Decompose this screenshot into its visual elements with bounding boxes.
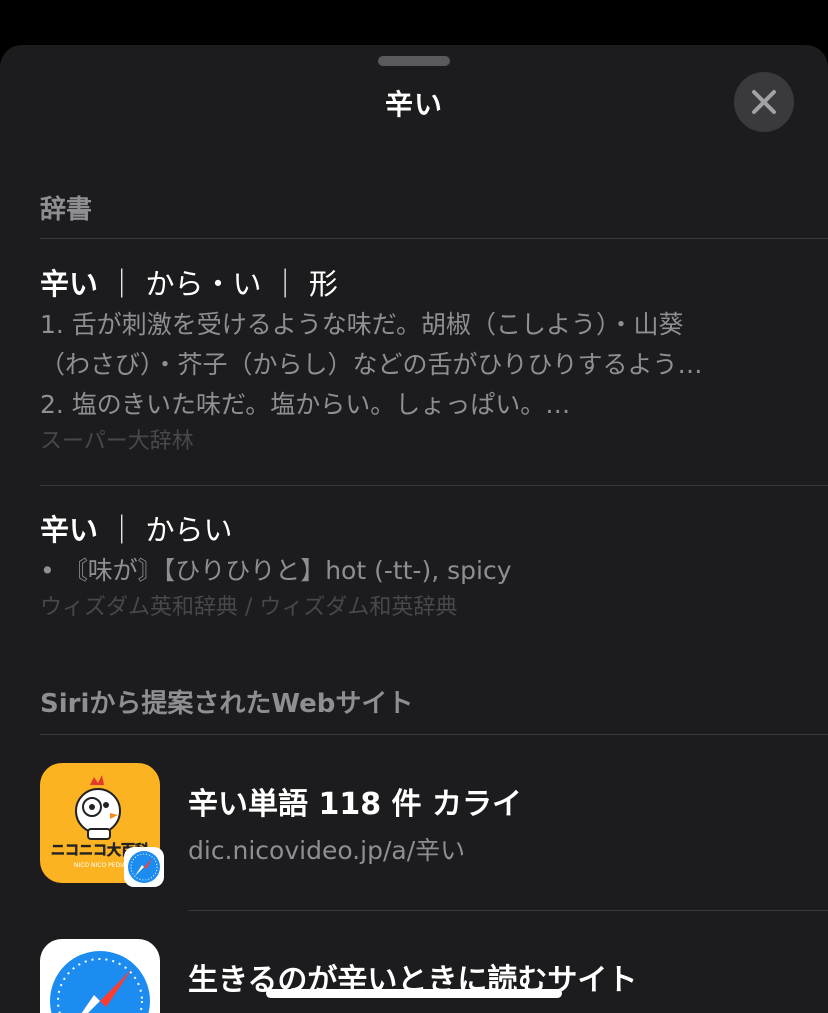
- site-url: dic.nicovideo.jp/a/辛い: [188, 836, 466, 865]
- site-thumbnail: [40, 939, 160, 1013]
- divider: [40, 238, 828, 239]
- entry-source: ウィズダム英和辞典 / ウィズダム和英辞典: [40, 595, 458, 620]
- safari-compass-icon: [128, 851, 160, 883]
- entry-word: 辛い: [40, 513, 99, 547]
- entry-reading: ｜ から・い ｜ 形: [107, 267, 338, 301]
- entry-definition-line: 1. 舌が刺激を受けるような味だ。胡椒（こしよう）・山葵: [40, 310, 684, 339]
- logo-subtext: NICO NICO PEDIA: [74, 862, 127, 869]
- dictionary-entry-daijirin[interactable]: 辛い ｜ から・い ｜ 形 1. 舌が刺激を受けるような味だ。胡椒（こしよう）・…: [40, 265, 788, 459]
- entry-headword: 辛い ｜ から・い ｜ 形: [40, 265, 788, 303]
- siri-site-nicopedia[interactable]: ニコニコ大百科 NICO NICO PEDIA 辛い単語 118 件 カライ d…: [40, 763, 828, 887]
- divider: [40, 734, 828, 735]
- close-x-icon: [752, 90, 776, 114]
- dictionary-section-header: 辞書: [40, 195, 93, 225]
- entry-definition-line: 2. 塩のきいた味だ。塩からい。しょっぱい。…: [40, 390, 571, 419]
- sheet-title: 辛い: [384, 88, 443, 121]
- site-title: 辛い単語 118 件 カライ: [188, 787, 522, 822]
- divider: [188, 910, 828, 911]
- entry-definition-line: （わさび）・芥子（からし）などの舌がひりひりするよう…: [40, 350, 703, 379]
- siri-site-ikiru[interactable]: 生きるのが辛いときに読むサイト: [40, 939, 828, 1013]
- dictionary-entry-wisdom[interactable]: 辛い ｜ からい • 〘味が〙【ひりひりと】hot (-tt-), spicy …: [40, 511, 788, 625]
- lookup-sheet: 辛い 辞書 辛い ｜ から・い ｜ 形 1. 舌が刺激を受けるような味だ。胡椒（…: [0, 45, 828, 1013]
- entry-definition-line: • 〘味が〙【ひりひりと】hot (-tt-), spicy: [40, 556, 512, 585]
- sheet-grabber[interactable]: [378, 56, 450, 66]
- safari-compass-icon: [50, 951, 150, 1013]
- home-indicator[interactable]: [266, 989, 562, 998]
- entry-headword: 辛い ｜ からい: [40, 511, 788, 549]
- entry-reading: ｜ からい: [107, 513, 233, 547]
- entry-word: 辛い: [40, 267, 99, 301]
- safari-badge: [124, 847, 164, 887]
- close-button[interactable]: [734, 72, 794, 132]
- entry-source: スーパー大辞林: [40, 429, 194, 454]
- divider: [40, 485, 828, 486]
- siri-section-header: Siriから提案されたWebサイト: [40, 689, 414, 719]
